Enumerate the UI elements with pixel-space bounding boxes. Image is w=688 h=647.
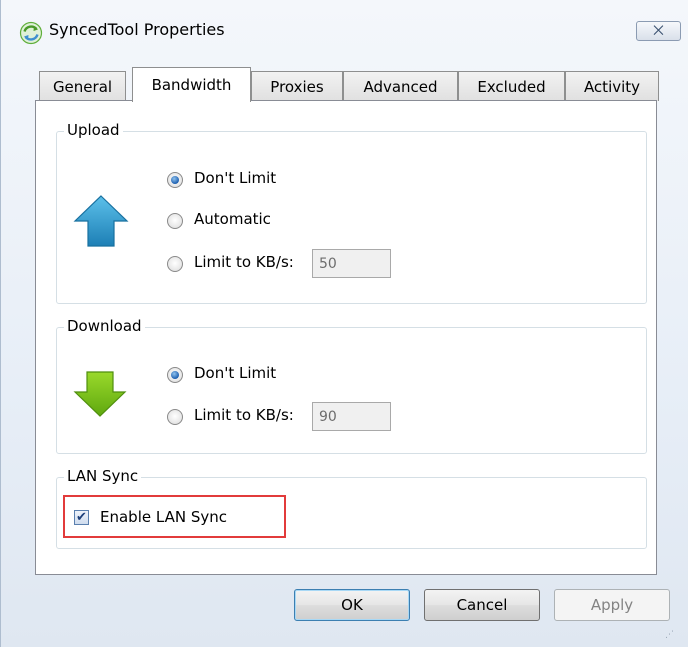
tab-label: Activity xyxy=(583,77,641,96)
window-title: SyncedTool Properties xyxy=(49,20,225,39)
tab-label: Proxies xyxy=(270,77,324,96)
cancel-button[interactable]: Cancel xyxy=(424,589,540,621)
ok-button[interactable]: OK xyxy=(294,589,410,621)
title-bar[interactable]: SyncedTool Properties ⨉ xyxy=(1,0,688,52)
upload-arrow-icon xyxy=(73,195,129,247)
upload-limit-label[interactable]: Limit to KB/s: xyxy=(194,253,294,271)
tab-activity[interactable]: Activity xyxy=(565,71,659,101)
download-dont-limit-radio[interactable] xyxy=(167,367,183,383)
download-limit-label[interactable]: Limit to KB/s: xyxy=(194,406,294,424)
lan-sync-highlight xyxy=(63,495,286,538)
upload-group xyxy=(56,131,647,304)
download-limit-radio[interactable] xyxy=(167,409,183,425)
properties-window: SyncedTool Properties ⨉ General Bandwidt… xyxy=(0,0,688,647)
upload-group-label: Upload xyxy=(64,121,123,139)
download-limit-input[interactable]: 90 xyxy=(312,402,391,431)
close-button[interactable]: ⨉ xyxy=(636,21,681,41)
download-arrow-icon xyxy=(73,371,127,417)
tab-proxies[interactable]: Proxies xyxy=(251,71,343,101)
close-icon: ⨉ xyxy=(653,23,664,39)
upload-automatic-radio[interactable] xyxy=(167,213,183,229)
tab-label: Advanced xyxy=(363,77,438,96)
tab-bandwidth[interactable]: Bandwidth xyxy=(132,67,251,102)
upload-dont-limit-label[interactable]: Don't Limit xyxy=(194,169,276,187)
download-dont-limit-label[interactable]: Don't Limit xyxy=(194,364,276,382)
upload-limit-radio[interactable] xyxy=(167,256,183,272)
tab-label: Excluded xyxy=(477,77,546,96)
upload-automatic-label[interactable]: Automatic xyxy=(194,210,271,228)
apply-button-label: Apply xyxy=(590,596,634,614)
sync-app-icon xyxy=(19,21,43,45)
tab-excluded[interactable]: Excluded xyxy=(458,71,565,101)
apply-button[interactable]: Apply xyxy=(554,589,670,621)
upload-limit-input[interactable]: 50 xyxy=(312,249,391,278)
tab-label: General xyxy=(52,77,113,96)
resize-grip-icon[interactable]: ⋰ xyxy=(665,630,675,640)
ok-button-label: OK xyxy=(341,596,363,614)
download-group xyxy=(56,327,647,454)
tab-label: Bandwidth xyxy=(151,76,232,94)
cancel-button-label: Cancel xyxy=(456,596,508,614)
tab-general[interactable]: General xyxy=(39,71,126,101)
download-group-label: Download xyxy=(64,317,145,335)
lan-sync-group-label: LAN Sync xyxy=(64,467,142,485)
tab-advanced[interactable]: Advanced xyxy=(343,71,458,101)
upload-dont-limit-radio[interactable] xyxy=(167,172,183,188)
